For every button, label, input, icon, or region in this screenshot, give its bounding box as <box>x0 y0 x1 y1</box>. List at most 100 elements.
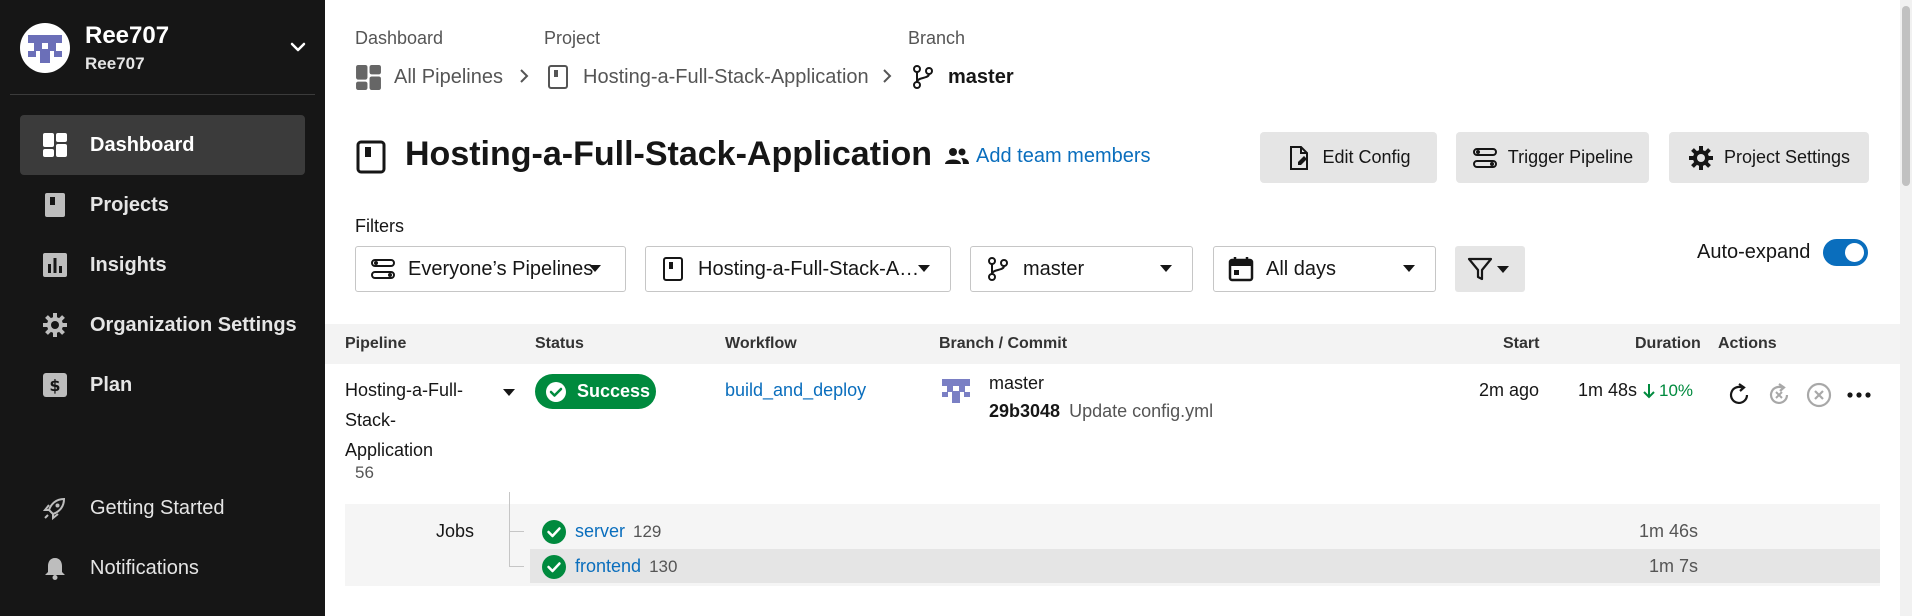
check-circle-icon <box>546 381 566 402</box>
sidebar-item-notifications[interactable]: Notifications <box>20 538 305 598</box>
project-icon <box>663 257 683 281</box>
sidebar-item-label: Getting Started <box>90 496 225 519</box>
gear-icon <box>43 313 67 337</box>
branch-filter-dropdown[interactable]: master <box>970 246 1193 292</box>
job-number: 130 <box>649 557 678 576</box>
job-name-link[interactable]: server <box>575 521 625 541</box>
caret-down-icon <box>1403 265 1415 272</box>
sidebar-item-label: Plan <box>90 373 133 396</box>
branch-filter-value: master <box>1023 257 1085 280</box>
status-badge[interactable]: Success <box>535 374 656 409</box>
column-header-start: Start <box>1503 335 1540 352</box>
edit-config-button[interactable]: Edit Config <box>1260 132 1437 183</box>
chevron-down-icon[interactable] <box>286 35 310 59</box>
project-filter-dropdown[interactable]: Hosting-a-Full-Stack-A… <box>645 246 951 292</box>
project-icon <box>356 140 386 174</box>
scrollbar[interactable] <box>1900 0 1912 616</box>
caret-down-icon <box>589 265 601 272</box>
trigger-pipeline-label: Trigger Pipeline <box>1507 147 1634 167</box>
avatar <box>942 379 970 403</box>
breadcrumb-all-pipelines[interactable]: All Pipelines <box>355 62 503 92</box>
column-header-actions: Actions <box>1718 335 1777 352</box>
sidebar-item-label: Insights <box>90 253 167 276</box>
sidebar-item-organization-settings[interactable]: Organization Settings <box>20 295 305 355</box>
svg-text:$: $ <box>49 376 60 395</box>
auto-expand-toggle[interactable] <box>1823 239 1868 266</box>
date-filter-dropdown[interactable]: All days <box>1213 246 1436 292</box>
workflow-link[interactable]: build_and_deploy <box>725 380 866 401</box>
edit-config-label: Edit Config <box>1322 147 1411 167</box>
toggle-knob <box>1845 243 1864 262</box>
duration-change: 10% <box>1642 381 1693 401</box>
more-icon[interactable] <box>1845 381 1873 409</box>
job-duration: 1m 7s <box>1648 556 1698 576</box>
caret-down-icon <box>1160 265 1172 272</box>
collapse-caret-icon[interactable] <box>503 389 515 396</box>
breadcrumb-text: master <box>948 65 1014 88</box>
sidebar-item-plan[interactable]: $ Plan <box>20 355 305 415</box>
breadcrumb-branch[interactable]: master <box>910 62 1014 92</box>
caret-down-icon <box>918 265 930 272</box>
org-logo-icon <box>28 34 62 63</box>
breadcrumb-project[interactable]: Hosting-a-Full-Stack-Application <box>545 62 869 92</box>
commit-message: Update config.yml <box>1069 401 1214 421</box>
rerun-failed-icon[interactable] <box>1765 381 1793 409</box>
start-time: 2m ago <box>1479 380 1540 400</box>
date-filter-value: All days <box>1266 257 1337 280</box>
bell-icon <box>45 558 65 580</box>
rocket-icon <box>42 497 66 521</box>
pipelines-filter-value: Everyone’s Pipelines <box>408 257 594 280</box>
column-header-branch-commit: Branch / Commit <box>939 335 1068 352</box>
job-row[interactable]: frontend 130 1m 7s <box>530 549 1880 583</box>
dollar-icon: $ <box>43 373 67 397</box>
check-circle-icon <box>542 520 566 544</box>
dashboard-icon <box>43 133 67 157</box>
projects-icon <box>45 193 65 217</box>
column-header-duration: Duration <box>1635 335 1701 352</box>
project-icon <box>548 65 568 89</box>
breadcrumb-label-branch: Branch <box>908 28 966 48</box>
job-tree-line <box>509 492 510 567</box>
breadcrumb-text: All Pipelines <box>394 65 503 88</box>
auto-expand-label: Auto-expand <box>1697 241 1811 263</box>
job-name: server 129 <box>575 521 661 542</box>
job-name: frontend 130 <box>575 556 677 577</box>
job-duration: 1m 46s <box>1638 521 1698 541</box>
sidebar-item-dashboard[interactable]: Dashboard <box>20 115 305 175</box>
filters-label: Filters <box>355 216 404 236</box>
jobs-label: Jobs <box>436 521 475 541</box>
job-row[interactable]: server 129 1m 46s <box>530 514 1880 548</box>
breadcrumb-label-dashboard: Dashboard <box>355 28 444 48</box>
git-branch-icon <box>913 65 933 89</box>
scrollbar-thumb[interactable] <box>1902 6 1910 186</box>
sidebar: Ree707 Ree707 Dashboard Projects Insight… <box>0 0 325 616</box>
sidebar-item-projects[interactable]: Projects <box>20 175 305 235</box>
sidebar-item-insights[interactable]: Insights <box>20 235 305 295</box>
sidebar-item-label: Projects <box>90 193 169 216</box>
breadcrumb-label-project: Project <box>544 28 601 48</box>
advanced-filter-button[interactable] <box>1455 246 1525 292</box>
caret-down-icon <box>1497 266 1509 273</box>
sidebar-divider <box>10 94 315 95</box>
project-settings-button[interactable]: Project Settings <box>1669 132 1869 183</box>
column-header-status: Status <box>535 335 584 352</box>
calendar-icon <box>1228 257 1254 282</box>
pipelines-filter-dropdown[interactable]: Everyone’s Pipelines <box>355 246 626 292</box>
sidebar-item-label: Dashboard <box>90 133 195 156</box>
sidebar-item-getting-started[interactable]: Getting Started <box>20 478 305 538</box>
job-name-link[interactable]: frontend <box>575 556 641 576</box>
git-branch-icon <box>988 257 1008 281</box>
commit-hash-link[interactable]: 29b3048 <box>989 401 1060 421</box>
job-number: 129 <box>633 522 662 541</box>
arrow-down-icon <box>1643 384 1655 399</box>
add-team-members-link[interactable]: Add team members <box>944 143 1151 169</box>
chevron-right-icon <box>520 69 529 83</box>
pipeline-icon <box>1472 147 1497 168</box>
trigger-pipeline-button[interactable]: Trigger Pipeline <box>1456 132 1649 183</box>
pipeline-name-link[interactable]: Hosting-a-Full-Stack-Application <box>345 375 475 465</box>
rerun-icon[interactable] <box>1725 381 1753 409</box>
page-title: Hosting-a-Full-Stack-Application <box>405 135 932 173</box>
pipeline-icon <box>371 259 395 279</box>
org-switcher[interactable]: Ree707 Ree707 <box>20 20 310 75</box>
cancel-icon[interactable] <box>1805 381 1833 409</box>
